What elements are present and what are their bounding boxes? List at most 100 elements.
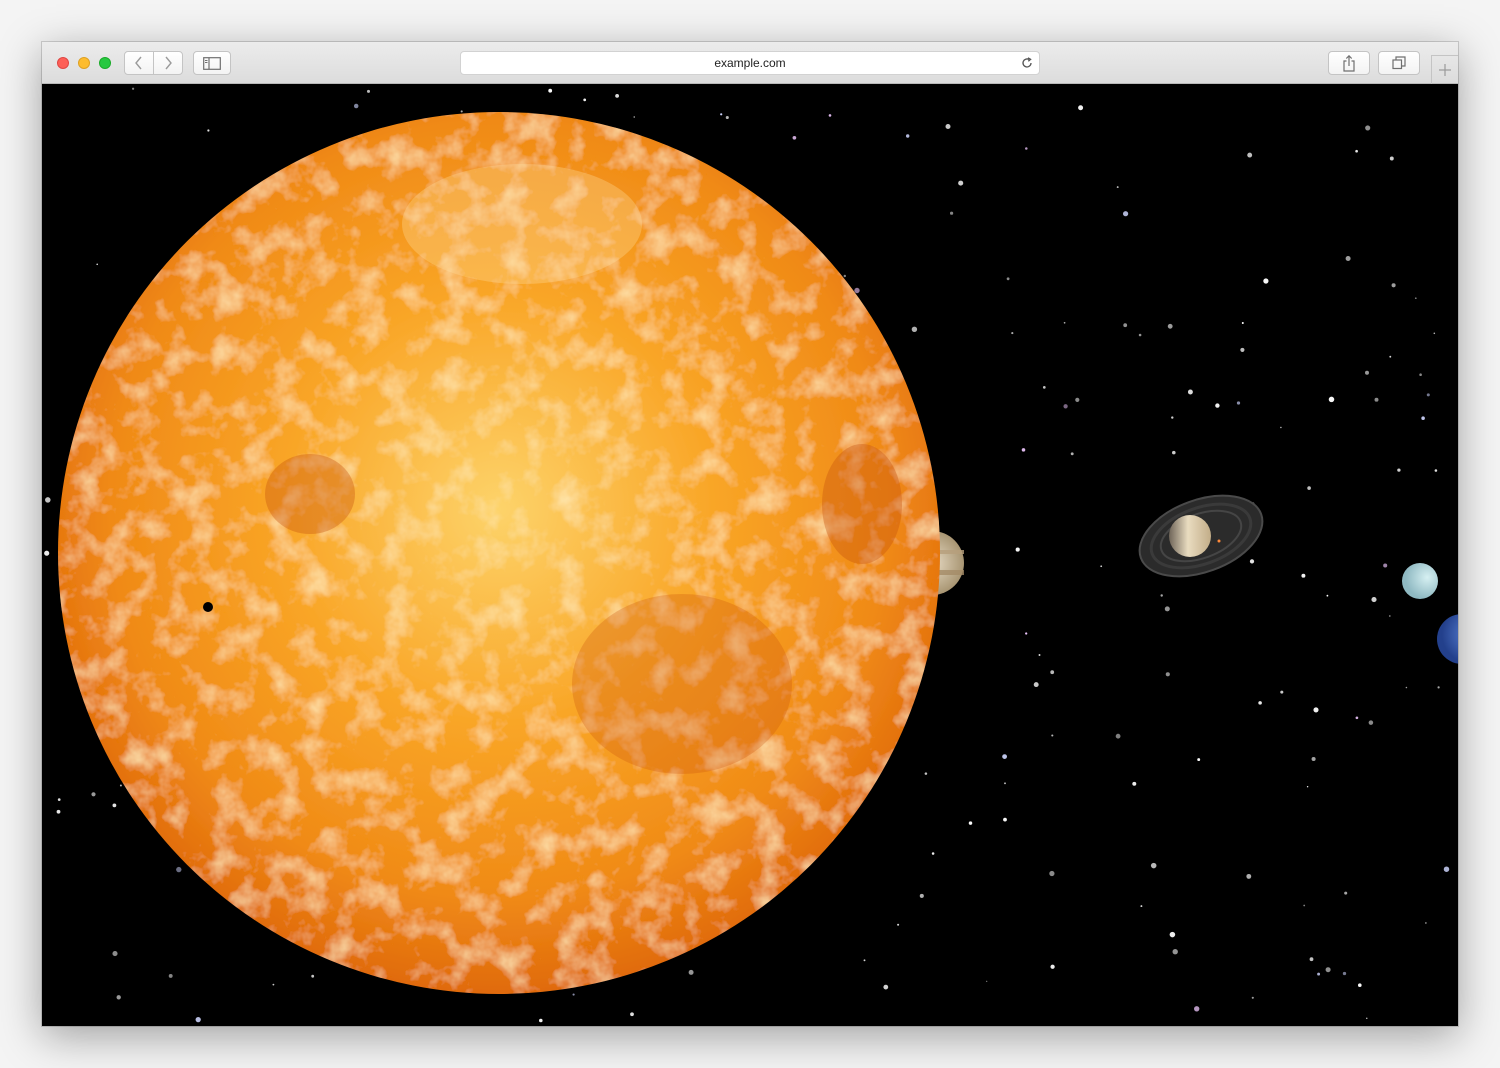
star — [583, 98, 587, 102]
star — [1303, 904, 1306, 907]
close-window-button[interactable] — [57, 57, 69, 69]
star — [1397, 468, 1401, 472]
sidebar-button[interactable] — [193, 51, 231, 75]
star — [131, 87, 135, 90]
star — [1383, 563, 1388, 568]
star — [1171, 416, 1174, 419]
star — [539, 1018, 543, 1023]
star — [207, 129, 210, 132]
star — [1368, 720, 1374, 725]
forward-button[interactable] — [153, 51, 183, 75]
star — [906, 134, 910, 138]
star — [615, 94, 619, 98]
plus-icon — [1439, 64, 1451, 76]
star — [1389, 156, 1394, 161]
star — [1197, 758, 1201, 762]
tab-overview-button[interactable] — [1378, 51, 1420, 75]
star — [1246, 873, 1252, 879]
star — [1251, 996, 1254, 999]
star — [1138, 333, 1142, 337]
star — [720, 113, 723, 116]
sidebar-icon — [203, 56, 221, 70]
minimize-window-button[interactable] — [78, 57, 90, 69]
zoom-window-button[interactable] — [99, 57, 111, 69]
star — [1365, 370, 1369, 375]
star — [572, 993, 575, 996]
star — [1236, 401, 1241, 405]
star — [176, 866, 182, 873]
star — [986, 980, 988, 982]
star — [1433, 332, 1436, 335]
star — [1011, 332, 1014, 335]
star — [1122, 211, 1129, 217]
star — [1215, 403, 1220, 408]
star — [1025, 147, 1028, 150]
star — [1355, 716, 1359, 720]
star — [1425, 922, 1427, 924]
star — [1258, 701, 1262, 705]
star — [1021, 448, 1026, 452]
star — [44, 550, 50, 556]
uranus — [1402, 563, 1438, 599]
star — [1078, 105, 1084, 111]
star — [548, 88, 553, 93]
star — [1280, 426, 1282, 429]
star — [919, 893, 924, 898]
star — [1249, 559, 1255, 564]
star — [56, 809, 61, 814]
star — [1070, 452, 1074, 456]
star — [1006, 277, 1010, 281]
saturn-body — [1169, 515, 1211, 557]
star — [688, 969, 694, 975]
star — [1075, 397, 1080, 402]
star — [1240, 347, 1245, 352]
star — [828, 114, 832, 117]
star — [1344, 891, 1348, 895]
star — [1115, 733, 1121, 739]
solar-system-canvas[interactable] — [42, 84, 1458, 1026]
star — [1301, 573, 1306, 578]
share-icon — [1343, 54, 1355, 72]
address-bar[interactable]: example.com — [460, 51, 1040, 75]
star — [1150, 862, 1157, 869]
star — [1172, 949, 1178, 955]
star — [725, 115, 729, 120]
star — [863, 959, 866, 962]
star — [854, 287, 860, 294]
star — [1123, 323, 1128, 328]
star — [924, 772, 928, 775]
star — [1049, 870, 1055, 877]
star — [1414, 297, 1417, 300]
star — [1325, 967, 1331, 973]
star — [1263, 278, 1269, 284]
star — [1051, 734, 1054, 737]
neptune — [1437, 614, 1458, 664]
share-button[interactable] — [1328, 51, 1370, 75]
star — [1358, 983, 1362, 987]
star — [1025, 632, 1028, 635]
star — [1313, 707, 1319, 713]
new-tab-button[interactable] — [1431, 55, 1458, 84]
star — [1389, 355, 1392, 358]
star — [1241, 321, 1244, 325]
star — [1169, 931, 1176, 938]
star — [1311, 756, 1316, 762]
star — [1280, 690, 1284, 694]
star — [1437, 686, 1440, 689]
url-text: example.com — [714, 56, 786, 70]
star — [931, 852, 935, 855]
back-button[interactable] — [124, 51, 154, 75]
star — [1132, 781, 1137, 786]
star — [1038, 654, 1041, 656]
star — [45, 497, 51, 503]
star — [1307, 486, 1311, 490]
star — [1194, 1006, 1200, 1012]
browser-window: example.com — [42, 42, 1458, 1026]
star — [630, 1012, 634, 1017]
star — [1405, 686, 1408, 689]
star — [96, 263, 98, 266]
star — [1002, 754, 1007, 759]
star — [945, 124, 951, 129]
star — [1434, 469, 1438, 472]
reload-button[interactable] — [1019, 55, 1035, 71]
